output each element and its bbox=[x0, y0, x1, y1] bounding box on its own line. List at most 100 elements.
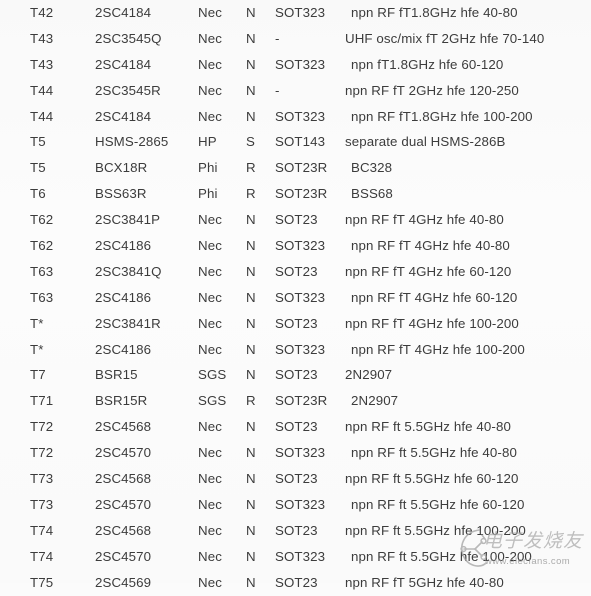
transistor-marking-code-table: T42 2SC4184 Nec N SOT323 npn RF fT1.8GHz hfe … bbox=[0, 0, 591, 590]
cell-code: T74 bbox=[30, 548, 54, 564]
cell-description: npn RF fT 4GHz hfe 60-120 bbox=[345, 263, 512, 279]
cell-part-number: BSR15R bbox=[95, 393, 148, 409]
table-row: T42 2SC4184 Nec N SOT323 npn RF fT1.8GHz hfe … bbox=[0, 0, 591, 26]
cell-polarity: N bbox=[246, 367, 256, 383]
cell-maker: Nec bbox=[198, 5, 222, 20]
cell-description: BC328 bbox=[351, 160, 393, 176]
cell-description: 2N2907 bbox=[351, 393, 399, 409]
table-row: T73 2SC4570 Nec N SOT323 npn RF ft 5.5GHz hfe… bbox=[0, 492, 591, 518]
cell-package: SOT23 bbox=[275, 471, 318, 487]
cell-maker: Nec bbox=[198, 108, 222, 124]
cell-package: SOT323 bbox=[275, 238, 326, 254]
cell-package: SOT323 bbox=[275, 5, 326, 20]
cell-polarity: N bbox=[246, 445, 256, 461]
table-row: T63 2SC4186 Nec N SOT323 npn RF fT 4GHz hfe 6… bbox=[0, 285, 591, 311]
cell-description: npn RF ft 5.5GHz hfe 100-200 bbox=[351, 548, 532, 564]
cell-description: npn RF ft 5.5GHz hfe 40-80 bbox=[351, 445, 517, 461]
cell-maker: Nec bbox=[198, 341, 222, 357]
cell-part-number: 2SC3841R bbox=[95, 315, 161, 331]
cell-part-number: HSMS-2865 bbox=[95, 134, 169, 150]
cell-code: T74 bbox=[30, 522, 54, 538]
table-row: T5 BCX18R Phi R SOT23R BC328 bbox=[0, 155, 591, 181]
cell-package: - bbox=[275, 30, 280, 46]
cell-maker: Nec bbox=[198, 445, 222, 461]
cell-code: T72 bbox=[30, 445, 54, 461]
cell-polarity: N bbox=[246, 212, 256, 228]
cell-polarity: N bbox=[246, 471, 256, 487]
cell-polarity: N bbox=[246, 341, 256, 357]
cell-code: T63 bbox=[30, 263, 54, 279]
cell-part-number: 2SC4184 bbox=[95, 56, 152, 72]
cell-maker: SGS bbox=[198, 393, 227, 409]
cell-polarity: S bbox=[246, 134, 255, 150]
cell-maker: Nec bbox=[198, 419, 222, 435]
cell-polarity: R bbox=[246, 393, 256, 409]
cell-polarity: R bbox=[246, 160, 256, 176]
cell-code: T72 bbox=[30, 419, 54, 435]
cell-package: SOT23R bbox=[275, 160, 328, 176]
table-row: T74 2SC4570 Nec N SOT323 npn RF ft 5.5GHz hfe… bbox=[0, 544, 591, 570]
cell-description: npn RF fT 4GHz hfe 40-80 bbox=[345, 212, 504, 228]
cell-package: - bbox=[275, 82, 280, 98]
cell-polarity: N bbox=[246, 30, 256, 46]
cell-part-number: BSR15 bbox=[95, 367, 138, 383]
cell-polarity: N bbox=[246, 419, 256, 435]
table-row: T72 2SC4568 Nec N SOT23 npn RF ft 5.5GHz hfe … bbox=[0, 414, 591, 440]
cell-maker: Nec bbox=[198, 238, 222, 254]
table-row: T6 BSS63R Phi R SOT23R BSS68 bbox=[0, 181, 591, 207]
cell-code: T* bbox=[30, 341, 44, 357]
cell-code: T43 bbox=[30, 30, 54, 46]
cell-polarity: N bbox=[246, 5, 256, 20]
cell-part-number: 2SC4184 bbox=[95, 5, 152, 20]
table-body: T42 2SC4184 Nec N SOT323 npn RF fT1.8GHz hfe … bbox=[0, 0, 591, 595]
cell-code: T44 bbox=[30, 82, 54, 98]
table-row: T5 HSMS-2865 HP S SOT143 separate dual HSMS-2… bbox=[0, 129, 591, 155]
cell-description: UHF osc/mix fT 2GHz hfe 70-140 bbox=[345, 30, 545, 46]
cell-description: npn RF fT 2GHz hfe 120-250 bbox=[345, 82, 519, 98]
cell-description: 2N2907 bbox=[345, 367, 393, 383]
cell-maker: Nec bbox=[198, 289, 222, 305]
cell-description: npn RF ft 5.5GHz hfe 100-200 bbox=[345, 522, 526, 538]
cell-package: SOT323 bbox=[275, 341, 326, 357]
cell-package: SOT23 bbox=[275, 522, 318, 538]
cell-description: npn RF fT 4GHz hfe 100-200 bbox=[345, 315, 519, 331]
table-row: T43 2SC4184 Nec N SOT323 npn fT1.8GHz hfe 60-… bbox=[0, 52, 591, 78]
table-row: T62 2SC4186 Nec N SOT323 npn RF fT 4GHz hfe 4… bbox=[0, 233, 591, 259]
cell-part-number: 2SC4570 bbox=[95, 445, 152, 461]
cell-maker: Phi bbox=[198, 160, 218, 176]
table-row: T* 2SC4186 Nec N SOT323 npn RF fT 4GHz hfe 10… bbox=[0, 337, 591, 363]
cell-part-number: 2SC4568 bbox=[95, 419, 152, 435]
cell-package: SOT323 bbox=[275, 496, 326, 512]
cell-code: T62 bbox=[30, 238, 54, 254]
cell-part-number: 2SC4568 bbox=[95, 522, 152, 538]
cell-polarity: N bbox=[246, 289, 256, 305]
cell-code: T7 bbox=[30, 367, 46, 383]
cell-part-number: 2SC4184 bbox=[95, 108, 152, 124]
cell-maker: Nec bbox=[198, 522, 222, 538]
cell-description: separate dual HSMS-286B bbox=[345, 134, 506, 150]
cell-part-number: 2SC3841P bbox=[95, 212, 161, 228]
table-row: T44 2SC4184 Nec N SOT323 npn RF fT1.8GHz hfe … bbox=[0, 104, 591, 130]
cell-polarity: N bbox=[246, 315, 256, 331]
cell-maker: Nec bbox=[198, 471, 222, 487]
cell-description: npn RF ft 5.5GHz hfe 40-80 bbox=[345, 419, 511, 435]
cell-part-number: 2SC4186 bbox=[95, 341, 152, 357]
cell-package: SOT23 bbox=[275, 419, 318, 435]
cell-description: npn RF fT 4GHz hfe 60-120 bbox=[351, 289, 518, 305]
table-row: T44 2SC3545R Nec N - npn RF fT 2GHz hfe 120-2… bbox=[0, 78, 591, 104]
cell-package: SOT323 bbox=[275, 289, 326, 305]
cell-package: SOT23 bbox=[275, 315, 318, 331]
cell-polarity: N bbox=[246, 82, 256, 98]
cell-part-number: 2SC4570 bbox=[95, 548, 152, 564]
cell-part-number: 2SC3545Q bbox=[95, 30, 162, 46]
cell-part-number: BCX18R bbox=[95, 160, 148, 176]
cell-part-number: BSS63R bbox=[95, 186, 147, 202]
cell-maker: Nec bbox=[198, 315, 222, 331]
cell-polarity: N bbox=[246, 522, 256, 538]
cell-maker: Nec bbox=[198, 263, 222, 279]
cell-description: npn RF ft 5.5GHz hfe 60-120 bbox=[345, 471, 519, 487]
cell-description: npn RF fT 4GHz hfe 100-200 bbox=[351, 341, 525, 357]
table-row: T7 BSR15 SGS N SOT23 2N2907 bbox=[0, 362, 591, 388]
cell-polarity: R bbox=[246, 186, 256, 202]
cell-package: SOT23 bbox=[275, 212, 318, 228]
